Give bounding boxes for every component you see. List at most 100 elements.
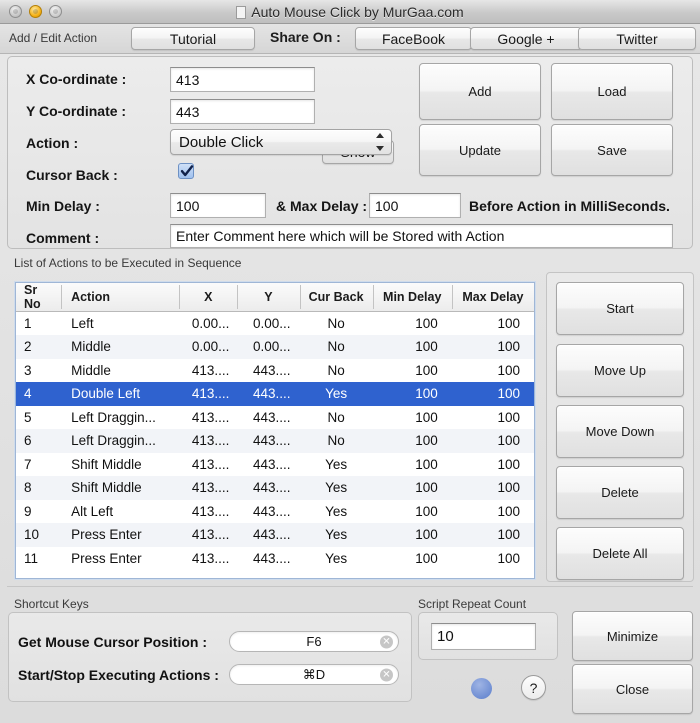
delete-button[interactable]: Delete <box>556 466 684 519</box>
cell-cur-back: Yes <box>325 480 348 496</box>
table-row[interactable]: 3 Middle 413.... 443.... No 100 100 <box>16 358 534 382</box>
cell-cur-back: No <box>327 339 345 355</box>
twitter-button[interactable]: Twitter <box>578 27 696 50</box>
cell-sr-no: 6 <box>24 433 32 449</box>
table-row[interactable]: 2 Middle 0.00... 0.00... No 100 100 <box>16 335 534 359</box>
table-row[interactable]: 6 Left Draggin... 413.... 443.... No 100 100 <box>16 429 534 453</box>
move-up-button[interactable]: Move Up <box>556 344 684 397</box>
cell-min-delay: 100 <box>415 362 438 378</box>
add-button[interactable]: Add <box>419 63 541 120</box>
column-header-x[interactable]: X <box>179 283 238 312</box>
shortcut-keys-panel: Get Mouse Cursor Position : F6 ✕ Start/S… <box>8 612 412 702</box>
cell-min-delay: 100 <box>415 527 438 543</box>
minimize-button[interactable] <box>29 5 42 18</box>
cell-y: 443.... <box>252 550 291 566</box>
column-header-min-delay[interactable]: Min Delay <box>372 283 452 312</box>
column-header-action[interactable]: Action <box>61 283 180 312</box>
table-row[interactable]: 8 Shift Middle 413.... 443.... Yes 100 100 <box>16 476 534 500</box>
start-stop-label: Start/Stop Executing Actions : <box>18 667 219 683</box>
column-header-cur-back[interactable]: Cur Back <box>299 283 373 312</box>
start-stop-value: ⌘D <box>302 666 326 682</box>
x-coordinate-input[interactable] <box>170 67 315 92</box>
cell-action: Press Enter <box>71 550 142 566</box>
column-header-sr-no[interactable]: Sr No <box>16 283 62 312</box>
cell-max-delay: 100 <box>497 362 520 378</box>
document-icon <box>236 6 247 19</box>
cell-cur-back: No <box>327 362 345 378</box>
cell-y: 0.00... <box>252 316 291 331</box>
comment-input[interactable] <box>170 224 673 248</box>
cursor-back-checkbox[interactable] <box>178 163 194 179</box>
cell-min-delay: 100 <box>415 456 438 472</box>
clear-icon[interactable]: ✕ <box>380 635 393 648</box>
cell-action: Shift Middle <box>71 480 142 496</box>
max-delay-input[interactable] <box>369 193 461 218</box>
cell-y: 443.... <box>252 409 291 425</box>
cell-max-delay: 100 <box>497 339 520 355</box>
cell-cur-back: No <box>327 409 345 425</box>
max-delay-label: & Max Delay : <box>276 198 368 214</box>
table-row[interactable]: 5 Left Draggin... 413.... 443.... No 100 100 <box>16 405 534 429</box>
table-row[interactable]: 1 Left 0.00... 0.00... No 100 100 <box>16 311 534 335</box>
actions-table[interactable]: Sr No Action X Y Cur Back Min Delay Max … <box>15 282 535 579</box>
cell-action: Left Draggin... <box>71 433 156 449</box>
help-button[interactable]: ? <box>521 675 546 700</box>
cell-cur-back: Yes <box>325 527 348 543</box>
close-button[interactable] <box>9 5 22 18</box>
cell-cur-back: Yes <box>325 386 348 402</box>
update-button[interactable]: Update <box>419 124 541 176</box>
start-button[interactable]: Start <box>556 282 684 335</box>
table-row[interactable]: 11 Press Enter 413.... 443.... Yes 100 100 <box>16 546 534 570</box>
cell-x: 0.00... <box>191 316 230 331</box>
cell-x: 413.... <box>191 503 230 519</box>
google-plus-button[interactable]: Google + <box>470 27 582 50</box>
zoom-button[interactable] <box>49 5 62 18</box>
action-select[interactable]: Double Click <box>170 129 392 155</box>
table-body: 1 Left 0.00... 0.00... No 100 100 2 Middle 0.00..… <box>16 311 534 570</box>
load-button[interactable]: Load <box>551 63 673 120</box>
column-header-y[interactable]: Y <box>237 283 300 312</box>
min-delay-input[interactable] <box>170 193 266 218</box>
table-row[interactable]: 7 Shift Middle 413.... 443.... Yes 100 100 <box>16 452 534 476</box>
column-header-max-delay[interactable]: Max Delay <box>451 283 534 312</box>
script-repeat-count-input[interactable] <box>431 623 536 650</box>
cell-max-delay: 100 <box>497 409 520 425</box>
divider <box>7 586 693 587</box>
cell-max-delay: 100 <box>497 386 520 402</box>
status-indicator <box>471 678 492 699</box>
actions-list-caption: List of Actions to be Executed in Sequen… <box>14 256 242 270</box>
cell-x: 0.00... <box>191 339 230 355</box>
cell-max-delay: 100 <box>497 503 520 519</box>
cell-x: 413.... <box>191 409 230 425</box>
y-coordinate-input[interactable] <box>170 99 315 124</box>
window-titlebar: Auto Mouse Click by MurGaa.com <box>0 0 700 24</box>
clear-icon[interactable]: ✕ <box>380 668 393 681</box>
cell-max-delay: 100 <box>497 456 520 472</box>
cell-sr-no: 2 <box>24 339 32 355</box>
cell-min-delay: 100 <box>415 409 438 425</box>
cell-x: 413.... <box>191 362 230 378</box>
cell-sr-no: 1 <box>24 316 32 331</box>
close-app-button[interactable]: Close <box>572 664 693 714</box>
table-row[interactable]: 9 Alt Left 413.... 443.... Yes 100 100 <box>16 499 534 523</box>
chevron-updown-icon <box>375 133 384 151</box>
checkmark-icon <box>180 165 194 177</box>
cell-action: Shift Middle <box>71 456 142 472</box>
facebook-button[interactable]: FaceBook <box>355 27 472 50</box>
delete-all-button[interactable]: Delete All <box>556 527 684 580</box>
table-row[interactable]: 4 Double Left 413.... 443.... Yes 100 100 <box>16 382 534 406</box>
get-cursor-position-value: F6 <box>306 634 322 649</box>
cell-action: Left Draggin... <box>71 409 156 425</box>
cell-sr-no: 9 <box>24 503 32 519</box>
minimize-app-button[interactable]: Minimize <box>572 611 693 661</box>
table-row[interactable]: 10 Press Enter 413.... 443.... Yes 100 100 <box>16 523 534 547</box>
cell-min-delay: 100 <box>415 550 438 566</box>
script-repeat-count-caption: Script Repeat Count <box>418 597 527 611</box>
minimize-icon <box>33 9 38 14</box>
save-button[interactable]: Save <box>551 124 673 176</box>
get-cursor-position-field[interactable]: F6 ✕ <box>229 631 399 652</box>
move-down-button[interactable]: Move Down <box>556 405 684 458</box>
start-stop-field[interactable]: ⌘D ✕ <box>229 664 399 685</box>
cell-min-delay: 100 <box>415 433 438 449</box>
tutorial-button[interactable]: Tutorial <box>131 27 255 50</box>
